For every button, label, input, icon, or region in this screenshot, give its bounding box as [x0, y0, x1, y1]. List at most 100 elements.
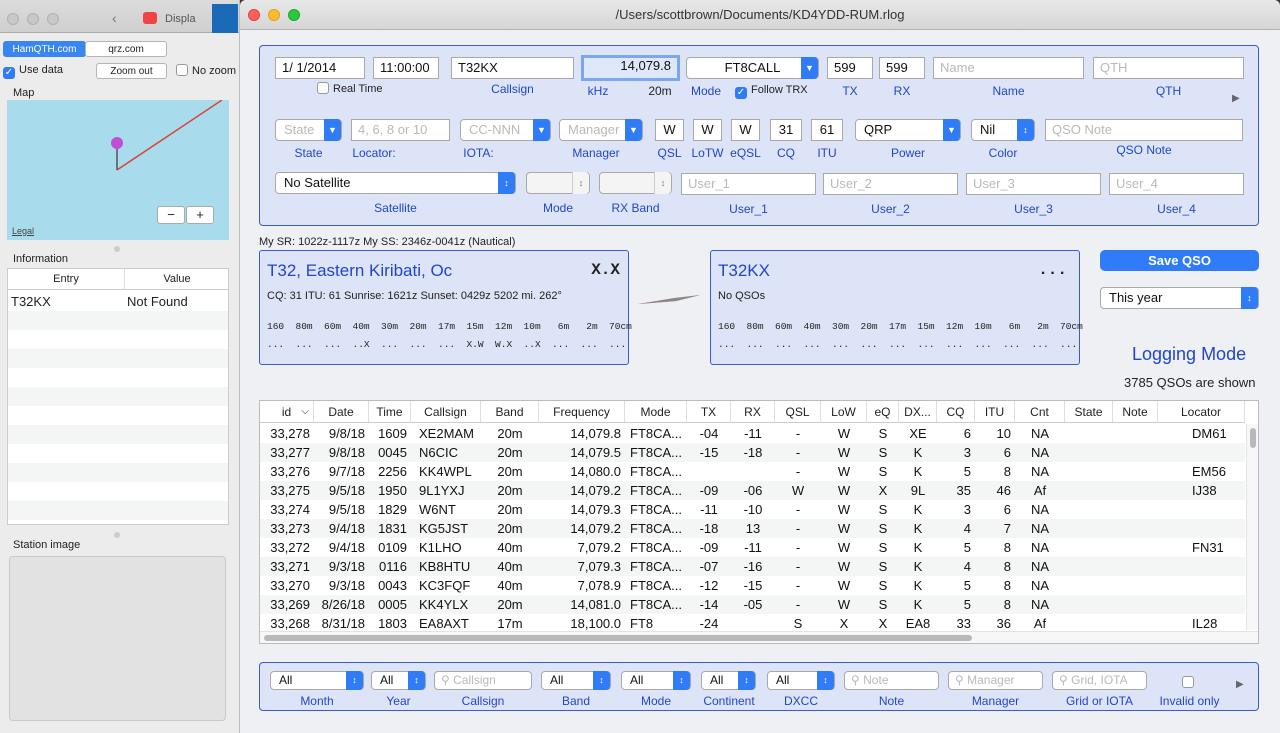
name-field[interactable]: Name [933, 57, 1084, 79]
column-header[interactable]: CQ [937, 401, 975, 423]
no-zoom-checkbox[interactable]: No zoom [176, 64, 236, 77]
user3-field[interactable]: User_3 [966, 173, 1101, 195]
scroll-thumb[interactable] [1250, 428, 1256, 448]
real-time-checkbox[interactable]: Real Time [317, 82, 383, 95]
table-row[interactable]: 33,275 9/5/18 1950 9L1YXJ 20m 14,079.2 FT8CA..… [260, 481, 1245, 500]
column-header[interactable]: id ⌵ [260, 401, 314, 423]
rx-band-popup[interactable]: ↕ [599, 172, 672, 194]
zoom-plus-button[interactable]: + [186, 206, 214, 224]
invalid-only-checkbox[interactable] [1182, 675, 1198, 689]
vertical-scrollbar[interactable] [1246, 424, 1258, 630]
table-row[interactable]: 33,278 9/8/18 1609 XE2MAM 20m 14,079.8 FT8CA..… [260, 424, 1245, 443]
split-handle[interactable] [114, 532, 120, 538]
grid-filter[interactable]: ⚲ Grid, IOTA [1052, 671, 1147, 690]
month-filter[interactable]: All ↕ [270, 671, 364, 690]
callsign-field[interactable]: T32KX [451, 57, 574, 79]
column-header[interactable]: LoW [821, 401, 867, 423]
column-header[interactable]: State [1065, 401, 1113, 423]
value-header[interactable]: Value [125, 269, 229, 290]
column-header[interactable]: RX [731, 401, 775, 423]
table-row[interactable]: 33,271 9/3/18 0116 KB8HTU 40m 7,079.3 FT8CA...… [260, 557, 1245, 576]
minimize-light[interactable] [27, 13, 39, 25]
note-filter[interactable]: ⚲ Note [844, 671, 939, 690]
lotw-field[interactable]: W [693, 119, 722, 141]
table-row[interactable]: 33,268 8/31/18 1803 EA8AXT 17m 18,100.0 FT8 -24… [260, 614, 1245, 630]
entry-header[interactable]: Entry [8, 269, 125, 290]
column-header[interactable]: Mode [625, 401, 687, 423]
column-header[interactable]: Callsign [411, 401, 481, 423]
time-field[interactable]: 11:00:00 [373, 57, 439, 79]
color-popup[interactable]: Nil ↕ [971, 119, 1035, 141]
state-popup[interactable]: State ▼ [275, 119, 342, 141]
table-row[interactable]: 33,269 8/26/18 0005 KK4YLX 20m 14,081.0 FT8CA.… [260, 595, 1245, 614]
column-header[interactable]: ITU [975, 401, 1015, 423]
eqsl-field[interactable]: W [731, 119, 760, 141]
date-field[interactable]: 1/ 1/2014 [275, 57, 365, 79]
station-image-well[interactable] [9, 556, 226, 721]
mode-popup[interactable]: FT8CALL ▼ [686, 57, 819, 79]
column-header[interactable]: Cnt [1015, 401, 1065, 423]
power-popup[interactable]: QRP ▼ [855, 119, 961, 141]
band-filter[interactable]: All ↕ [541, 671, 611, 690]
rx-report-field[interactable]: 599 [879, 57, 925, 79]
zoom-minus-button[interactable]: − [157, 206, 185, 224]
column-header[interactable]: Time [369, 401, 411, 423]
column-header[interactable]: Frequency [539, 401, 625, 423]
close-light[interactable] [7, 13, 19, 25]
user4-field[interactable]: User_4 [1109, 173, 1244, 195]
close-button[interactable] [248, 9, 260, 21]
column-header[interactable]: Band [481, 401, 539, 423]
qso-note-field[interactable]: QSO Note [1045, 119, 1243, 141]
sat-mode-popup[interactable]: ↕ [526, 172, 590, 194]
cq-zone-field[interactable]: 31 [770, 119, 802, 141]
legal-link[interactable]: Legal [12, 226, 34, 236]
use-data-checkbox[interactable]: ✓ Use data [3, 64, 63, 79]
table-row[interactable]: 33,272 9/4/18 0109 K1LHO 40m 7,079.2 FT8CA... -… [260, 538, 1245, 557]
hamqth-segment[interactable]: HamQTH.com [3, 41, 86, 57]
user1-field[interactable]: User_1 [681, 173, 816, 195]
column-header[interactable]: Note [1113, 401, 1158, 423]
period-popup[interactable]: This year ↕ [1100, 287, 1259, 309]
locator-field[interactable]: 4, 6, 8 or 10 [351, 119, 450, 141]
save-qso-button[interactable]: Save QSO [1100, 250, 1259, 271]
manager-popup[interactable]: Manager ▼ [559, 119, 643, 141]
tx-report-field[interactable]: 599 [827, 57, 873, 79]
qrz-segment[interactable]: qrz.com [85, 41, 167, 57]
qth-field[interactable]: QTH [1093, 57, 1244, 79]
horizontal-scrollbar[interactable] [260, 631, 1258, 643]
dxcc-filter[interactable]: All ↕ [767, 671, 835, 690]
frequency-field[interactable]: 14,079.8 [581, 55, 680, 81]
column-header[interactable]: eQ [867, 401, 899, 423]
iota-popup[interactable]: CC-NNN ▼ [460, 119, 551, 141]
dxcc-card[interactable]: T32, Eastern Kiribati, Oc X.X CQ: 31 ITU… [259, 250, 632, 365]
qsl-field[interactable]: W [655, 119, 684, 141]
table-row[interactable]: 33,276 9/7/18 2256 KK4WPL 20m 14,080.0 FT8CA..… [260, 462, 1245, 481]
callsign-filter[interactable]: ⚲ Callsign [434, 671, 532, 690]
column-header[interactable]: TX [687, 401, 731, 423]
column-header[interactable]: DX... [899, 401, 937, 423]
back-chevron-icon[interactable]: ‹ [112, 10, 117, 26]
table-row[interactable]: 33,274 9/5/18 1829 W6NT 20m 14,079.3 FT8CA... -… [260, 500, 1245, 519]
map-view[interactable]: Legal − + [7, 100, 229, 240]
scroll-thumb[interactable] [264, 635, 972, 641]
manager-filter[interactable]: ⚲ Manager [948, 671, 1043, 690]
minimize-button[interactable] [268, 9, 280, 21]
table-row[interactable]: 33,277 9/8/18 0045 N6CIC 20m 14,079.5 FT8CA...… [260, 443, 1245, 462]
expand-arrow-icon[interactable]: ▶ [1236, 679, 1244, 690]
expand-arrow-icon[interactable]: ▶ [1232, 93, 1240, 104]
table-row[interactable]: 33,273 9/4/18 1831 KG5JST 20m 14,079.2 FT8CA..… [260, 519, 1245, 538]
callsign-card[interactable]: T32KX ... No QSOs 160 80m 60m 40m 30m 20… [710, 250, 1083, 365]
column-header[interactable]: QSL [775, 401, 821, 423]
zoom-button[interactable] [288, 9, 300, 21]
user2-field[interactable]: User_2 [823, 173, 958, 195]
table-row[interactable]: 33,270 9/3/18 0043 KC3FQF 40m 7,078.9 FT8CA...… [260, 576, 1245, 595]
mode-filter[interactable]: All ↕ [621, 671, 691, 690]
column-header[interactable]: Locator [1158, 401, 1245, 423]
year-filter[interactable]: All ↕ [371, 671, 426, 690]
satellite-popup[interactable]: No Satellite ↕ [275, 172, 516, 194]
zoom-out-button[interactable]: Zoom out [96, 63, 167, 79]
itu-zone-field[interactable]: 61 [811, 119, 843, 141]
tab-title[interactable]: Displa [165, 13, 196, 25]
column-header[interactable]: Date [314, 401, 369, 423]
follow-trx-checkbox[interactable]: ✓ Follow TRX [735, 84, 808, 99]
